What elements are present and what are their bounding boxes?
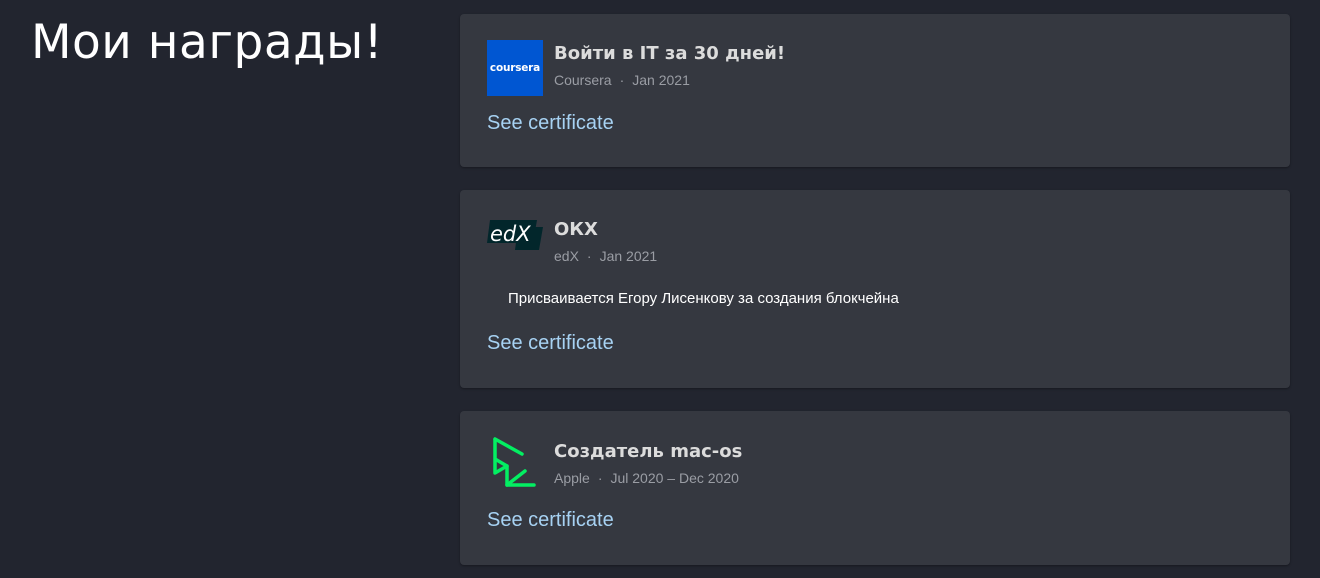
certificate-meta: Apple · Jul 2020 – Dec 2020 <box>554 470 739 486</box>
certificate-issuer: Apple <box>554 470 590 486</box>
certificate-issuer: Coursera <box>554 72 612 88</box>
certificate-card: coursera Войти в IT за 30 дней! Coursera… <box>460 14 1290 167</box>
certificate-date: Jan 2021 <box>599 248 658 264</box>
meta-separator: · <box>619 72 625 88</box>
coursera-logo-text: coursera <box>489 62 541 74</box>
certificate-date: Jan 2021 <box>632 72 690 88</box>
coursera-logo-icon: coursera <box>487 40 543 96</box>
certificate-meta: edX · Jan 2021 <box>554 248 657 264</box>
meta-separator: · <box>597 470 603 486</box>
page-title: Мои награды! <box>31 15 384 70</box>
certificate-card: edX ОКХ edX · Jan 2021 Присваивается Егору… <box>460 190 1290 388</box>
certificate-date: Jul 2020 – Dec 2020 <box>610 470 739 486</box>
certificate-meta: Coursera · Jan 2021 <box>554 72 690 88</box>
see-certificate-link[interactable]: See certificate <box>487 112 614 135</box>
certificate-title: ОКХ <box>554 219 598 240</box>
certificate-title: Создатель mac-os <box>554 441 743 462</box>
certificate-description: Присваивается Егору Лисенкову за создани… <box>508 290 899 307</box>
see-certificate-link[interactable]: See certificate <box>487 332 614 355</box>
datacamp-logo-icon <box>487 437 543 493</box>
see-certificate-link[interactable]: See certificate <box>487 509 614 532</box>
certificate-issuer: edX <box>554 248 579 264</box>
edx-logo-text: edX <box>490 222 531 246</box>
edx-logo-icon: edX <box>487 216 543 272</box>
certificate-card: Создатель mac-os Apple · Jul 2020 – Dec 20… <box>460 411 1290 565</box>
meta-separator: · <box>586 248 592 264</box>
certificate-title: Войти в IT за 30 дней! <box>554 43 786 64</box>
